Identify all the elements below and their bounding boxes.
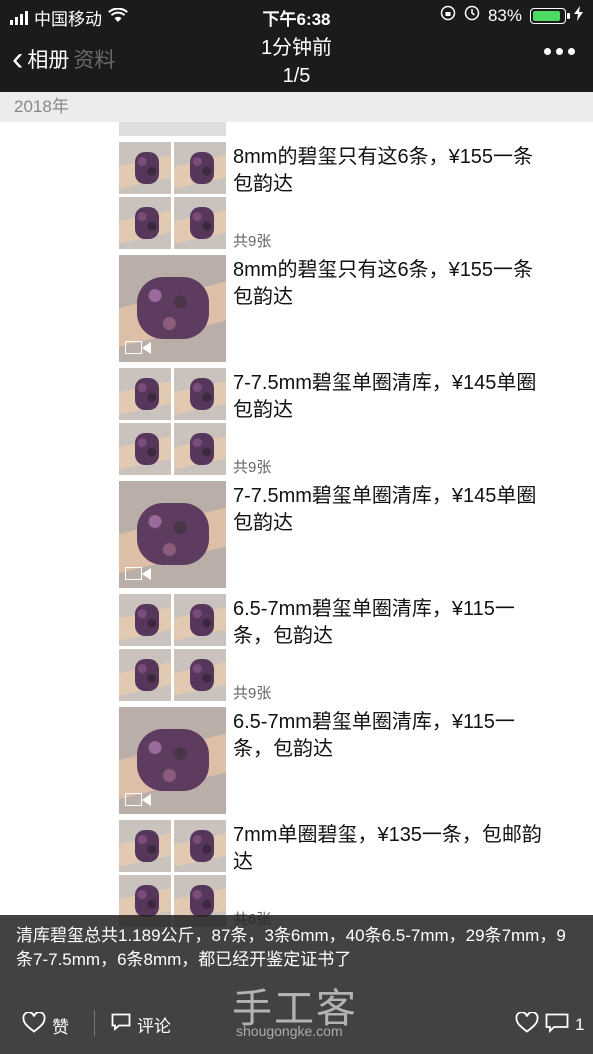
more-dot-icon (568, 48, 575, 55)
like-button[interactable]: 赞 (22, 1011, 69, 1038)
thumbnail (174, 197, 226, 249)
more-dot-icon (556, 48, 563, 55)
photo-count: 共9张 (233, 685, 272, 702)
more-button[interactable] (544, 48, 575, 55)
thumbnail (119, 423, 171, 475)
charging-icon (574, 5, 583, 26)
thumbnail (174, 820, 226, 872)
heart-icon (515, 1011, 539, 1038)
album-post[interactable]: 7-7.5mm碧玺单圈清库，¥145单圈包韵达 (0, 481, 593, 588)
video-thumbnail[interactable] (119, 481, 226, 588)
album-post[interactable]: 8mm的碧玺只有这6条，¥155一条包韵达 (0, 255, 593, 362)
photo-count: 共9张 (233, 459, 272, 476)
action-bar: 赞 评论 1 (0, 1000, 593, 1046)
divider (94, 1010, 95, 1036)
photo-count: 共9张 (233, 233, 272, 250)
comment-icon (111, 1013, 131, 1036)
post-caption: 6.5-7mm碧玺单圈清库，¥115一条，包韵达 (233, 598, 515, 647)
comment-icon (545, 1013, 569, 1038)
post-caption: 8mm的碧玺只有这6条，¥155一条包韵达 (233, 146, 534, 195)
thumbnail (174, 594, 226, 646)
post-caption: 7mm单圈碧玺，¥135一条，包邮韵达 (233, 824, 542, 873)
year-header: 2018年 (0, 92, 593, 122)
thumbnail (174, 423, 226, 475)
post-caption: 6.5-7mm碧玺单圈清库，¥115一条，包韵达 (233, 711, 515, 760)
comment-button[interactable]: 评论 (111, 1012, 171, 1037)
thumbnail-grid[interactable] (119, 368, 226, 475)
thumbnail (174, 142, 226, 194)
status-bar: 中国移动 下午6:38 83% (0, 0, 593, 30)
more-dot-icon (544, 48, 551, 55)
title-index: 1/5 (282, 65, 311, 87)
video-thumbnail[interactable] (119, 255, 226, 362)
page-title: 1分钟前 1/5 (0, 34, 593, 90)
thumbnail (119, 197, 171, 249)
thumbnail (119, 594, 171, 646)
post-caption: 7-7.5mm碧玺单圈清库，¥145单圈包韵达 (233, 485, 537, 534)
alarm-icon (464, 5, 480, 26)
lock-rotation-icon (440, 5, 456, 26)
video-icon (125, 340, 153, 356)
nav-bar: ‹ 相册 资料 1分钟前 1/5 (0, 30, 593, 92)
thumbnail (119, 820, 171, 872)
album-post[interactable]: 6.5-7mm碧玺单圈清库，¥115一条，包韵达 (0, 707, 593, 814)
post-caption: 7-7.5mm碧玺单圈清库，¥145单圈包韵达 (233, 372, 537, 421)
title-time: 1分钟前 (260, 37, 333, 59)
post-caption: 8mm的碧玺只有这6条，¥155一条包韵达 (233, 259, 534, 308)
previous-post-thumbnail[interactable] (119, 122, 226, 136)
thumbnail-grid[interactable] (119, 594, 226, 701)
thumbnail (119, 142, 171, 194)
battery-icon (530, 7, 570, 24)
thumbnail (174, 649, 226, 701)
thumbnail-grid[interactable] (119, 142, 226, 249)
like-label: 赞 (52, 1017, 69, 1037)
heart-icon (22, 1011, 46, 1038)
battery-percent: 83% (487, 5, 522, 25)
video-icon (125, 566, 153, 582)
comment-label: 评论 (137, 1017, 171, 1036)
thumbnail (174, 368, 226, 420)
thumbnail (119, 368, 171, 420)
video-thumbnail[interactable] (119, 707, 226, 814)
interaction-summary[interactable]: 1 (515, 1011, 585, 1038)
thumbnail (119, 649, 171, 701)
thumbnail-grid[interactable] (119, 820, 226, 927)
album-background: 2018年 8mm的碧玺只有这6条，¥155一条包韵达 共9张 8mm的碧玺只有… (0, 92, 593, 1054)
comment-count: 1 (575, 1015, 585, 1034)
photo-caption-text: 清库碧玺总共1.189公斤，87条，3条6mm，40条6.5-7mm，29条7m… (16, 926, 566, 969)
video-icon (125, 792, 153, 808)
